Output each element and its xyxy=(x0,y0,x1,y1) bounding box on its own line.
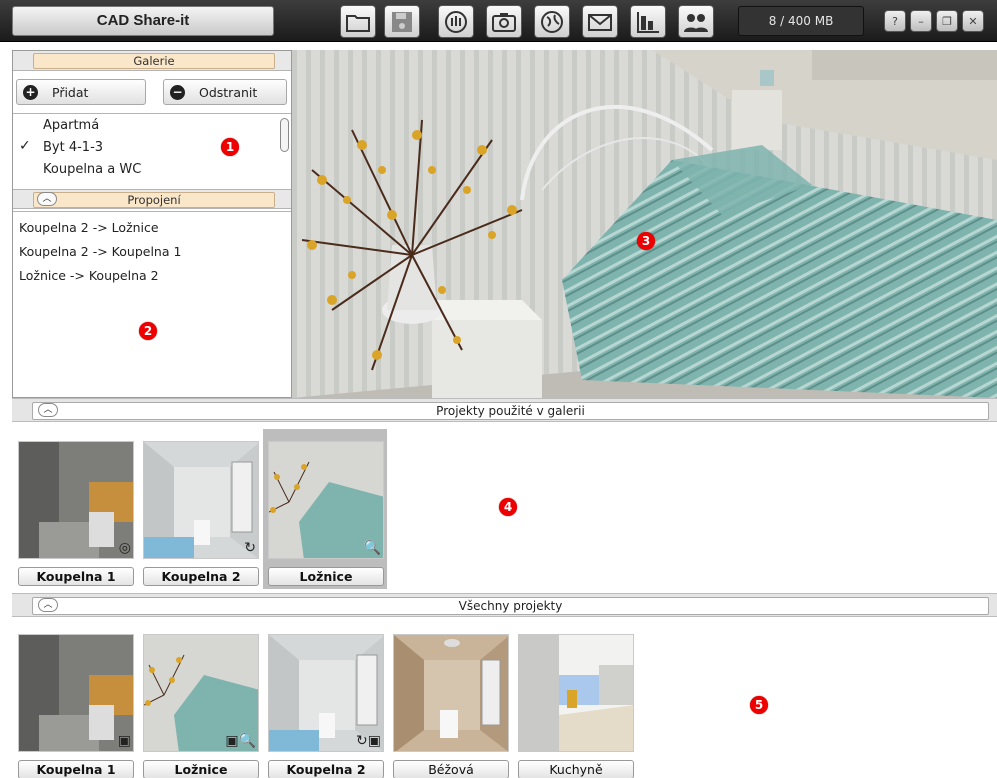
check-icon: ✓ xyxy=(19,138,31,154)
all-project-koupelna-1[interactable]: ▣ Koupelna 1 xyxy=(18,634,134,778)
links-list: Koupelna 2 -> Ložnice Koupelna 2 -> Koup… xyxy=(13,211,291,397)
bedroom-render xyxy=(292,50,997,398)
gallery-scrollbar[interactable] xyxy=(280,118,289,152)
thumbnail-bezova xyxy=(393,634,509,752)
collapse-used-icon[interactable]: ︿ xyxy=(38,403,58,417)
vr-icon: ◎ xyxy=(118,540,131,556)
room-preview[interactable]: 3 xyxy=(292,50,997,398)
thumb-label: Koupelna 1 xyxy=(18,760,134,778)
thumb-label: Koupelna 2 xyxy=(268,760,384,778)
add-button[interactable]: + Přidat xyxy=(16,79,146,105)
used-project-koupelna-1[interactable]: ◎ Koupelna 1 xyxy=(18,441,134,586)
all-projects-header: Všechny projekty ︿ xyxy=(12,593,997,617)
used-projects-header: Projekty použité v galerii ︿ xyxy=(12,398,997,422)
thumb-label: Béžová xyxy=(393,760,509,778)
mail-icon[interactable] xyxy=(582,5,618,38)
title-bar: CAD Share-it 8 / 400 MB ? – ❐ ✕ xyxy=(0,0,997,42)
gallery-title: Galerie xyxy=(33,53,275,69)
gallery-icon: ▣ xyxy=(117,733,131,749)
gallery-buttons: + Přidat − Odstranit xyxy=(13,75,291,109)
all-projects-title: Všechny projekty xyxy=(32,597,989,615)
gallery-zoom-icon: ▣🔍 xyxy=(225,733,256,749)
add-button-label: Přidat xyxy=(52,84,89,100)
plus-icon: + xyxy=(23,84,38,100)
remove-button[interactable]: − Odstranit xyxy=(163,79,287,105)
disk-icon[interactable] xyxy=(384,5,420,38)
all-project-loznice[interactable]: ▣🔍 Ložnice xyxy=(143,634,259,778)
thumb-label: Ložnice xyxy=(268,567,384,586)
minimize-icon[interactable]: – xyxy=(910,10,932,32)
thumb-label: Koupelna 2 xyxy=(143,567,259,586)
links-title: Propojení xyxy=(33,192,275,208)
close-icon[interactable]: ✕ xyxy=(962,10,984,32)
web-icon[interactable] xyxy=(534,5,570,38)
used-projects-area: ◎ Koupelna 1 ↻ Koupelna 2 🔍 Ložnice 4 xyxy=(12,423,997,589)
marker-3: 3 xyxy=(637,232,655,250)
collapse-links-icon[interactable]: ︿ xyxy=(37,192,57,206)
link-item[interactable]: Koupelna 2 -> Ložnice xyxy=(19,220,159,235)
all-projects-area: ▣ Koupelna 1 ▣🔍 Ložnice ↻▣ Koupelna 2 Bé… xyxy=(12,618,997,778)
used-project-koupelna-2[interactable]: ↻ Koupelna 2 xyxy=(143,441,259,586)
left-panel: Galerie + Přidat − Odstranit Apartmá ✓ B… xyxy=(12,50,292,398)
gallery-header: Galerie xyxy=(13,51,291,71)
thumbnail-koupelna-2 xyxy=(143,441,259,559)
users-icon[interactable] xyxy=(678,5,714,38)
used-project-loznice[interactable]: 🔍 Ložnice xyxy=(268,441,384,586)
remove-button-label: Odstranit xyxy=(199,84,258,100)
gallery-item-label: Koupelna a WC xyxy=(43,162,142,177)
folder-icon[interactable] xyxy=(340,5,376,38)
marker-5: 5 xyxy=(750,696,768,714)
marker-1: 1 xyxy=(221,138,239,156)
collapse-all-icon[interactable]: ︿ xyxy=(38,598,58,612)
link-item[interactable]: Ložnice -> Koupelna 2 xyxy=(19,268,159,283)
marker-2: 2 xyxy=(139,322,157,340)
help-icon[interactable]: ? xyxy=(884,10,906,32)
gallery-item-label: Byt 4-1-3 xyxy=(43,140,104,155)
rotate-gallery-icon: ↻▣ xyxy=(356,733,381,749)
app-title: CAD Share-it xyxy=(12,6,274,36)
globe-hand-icon[interactable] xyxy=(438,5,474,38)
thumb-label: Kuchyně xyxy=(518,760,634,778)
link-item[interactable]: Koupelna 2 -> Koupelna 1 xyxy=(19,244,181,259)
thumbnail-koupelna-1 xyxy=(18,634,134,752)
storage-indicator: 8 / 400 MB xyxy=(738,6,864,36)
chart-icon[interactable] xyxy=(630,5,666,38)
thumb-label: Ložnice xyxy=(143,760,259,778)
restore-icon[interactable]: ❐ xyxy=(936,10,958,32)
thumb-label: Koupelna 1 xyxy=(18,567,134,586)
all-project-bezova[interactable]: Béžová xyxy=(393,634,509,778)
gallery-item-apartma[interactable]: Apartmá xyxy=(43,118,99,138)
minus-icon: − xyxy=(170,84,185,100)
zoom-icon: 🔍 xyxy=(363,540,381,556)
gallery-item-label: Apartmá xyxy=(43,118,100,133)
gallery-item-koupelna-wc[interactable]: Koupelna a WC xyxy=(43,162,141,182)
gallery-list: Apartmá ✓ Byt 4-1-3 Koupelna a WC 1 xyxy=(13,113,291,185)
all-project-kuchyne[interactable]: Kuchyně xyxy=(518,634,634,778)
all-project-koupelna-2[interactable]: ↻▣ Koupelna 2 xyxy=(268,634,384,778)
thumbnail-kuchyne xyxy=(518,634,634,752)
links-header: Propojení ︿ xyxy=(13,189,291,209)
gallery-item-byt[interactable]: Byt 4-1-3 xyxy=(43,140,103,160)
rotate-icon: ↻ xyxy=(244,540,256,556)
thumbnail-koupelna-1 xyxy=(18,441,134,559)
used-projects-title: Projekty použité v galerii xyxy=(32,402,989,420)
camera-icon[interactable] xyxy=(486,5,522,38)
marker-4: 4 xyxy=(499,498,517,516)
